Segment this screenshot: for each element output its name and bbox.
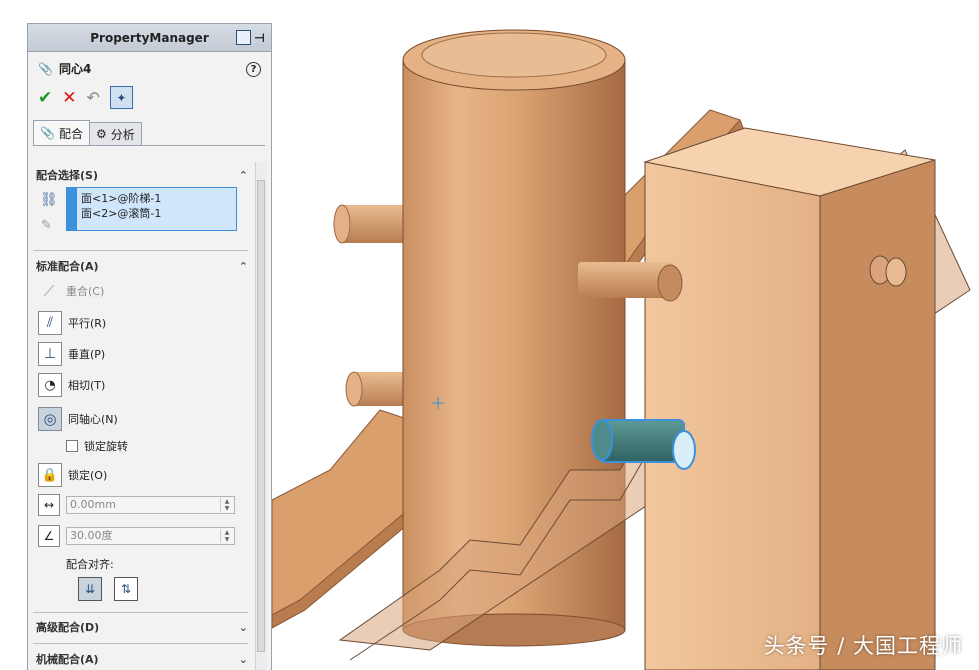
advanced-mates-heading: 高级配合(D)	[36, 621, 100, 634]
scrollbar-thumb[interactable]	[257, 180, 265, 652]
mate-clip-icon: 📎	[38, 61, 53, 76]
mate-selection-list[interactable]: 面<1>@阶梯-1 面<2>@滚筒-1	[66, 187, 237, 231]
action-buttons: ✔ ✕ ↶ ✦	[38, 86, 271, 109]
angle-field[interactable]: 30.00度 ▲ ▼	[66, 527, 235, 545]
concentric-label: 同轴心(N)	[68, 413, 118, 426]
coincident-icon: ⟋	[43, 282, 55, 300]
mate-concentric[interactable]: ◎ 同轴心(N)	[38, 407, 118, 431]
lock-label: 锁定(O)	[68, 469, 108, 482]
selection-item[interactable]: 面<1>@阶梯-1	[81, 191, 236, 206]
mate-alignment-label: 配合对齐:	[66, 558, 114, 571]
lock-rotation-checkbox[interactable]	[66, 440, 78, 452]
distance-field[interactable]: 0.00mm ▲ ▼	[66, 496, 235, 514]
parallel-label: 平行(R)	[68, 317, 107, 330]
angle-value: 30.00度	[70, 529, 113, 542]
collapse-chevron-icon[interactable]: ⌃	[239, 260, 248, 273]
mate-lock[interactable]: 🔒 锁定(O)	[38, 463, 107, 487]
selection-item[interactable]: 面<2>@滚筒-1	[81, 206, 236, 221]
distance-spinner[interactable]: ▲ ▼	[220, 498, 233, 512]
mate-perpendicular[interactable]: ⊥ 垂直(P)	[38, 342, 105, 366]
section-divider	[33, 643, 248, 644]
lock-rotation-label: 锁定旋转	[84, 440, 128, 453]
peg-upper-left	[333, 204, 410, 244]
undo-button[interactable]: ↶	[87, 88, 100, 107]
section-divider	[33, 250, 248, 251]
angle-spinner[interactable]: ▲ ▼	[220, 529, 233, 543]
peg-right	[578, 262, 683, 302]
mate-selections-header[interactable]: 配合选择(S) ⌃	[36, 167, 248, 183]
advanced-mates-header[interactable]: 高级配合(D) ⌄	[36, 619, 248, 635]
property-manager-panel: PropertyManager ⊣ 📎 同心4 ? ✔ ✕ ↶ ✦ 📎 配合 ⚙…	[27, 23, 272, 670]
standard-mates-heading: 标准配合(A)	[36, 260, 99, 273]
expand-chevron-icon[interactable]: ⌄	[239, 621, 248, 634]
mate-coincident[interactable]: ⟋ 重合(C)	[38, 280, 105, 302]
panel-scrollbar[interactable]	[255, 162, 267, 670]
tab-analysis-label: 分析	[110, 127, 135, 142]
tangent-icon: ◔	[38, 373, 62, 397]
lock-icon: 🔒	[38, 463, 62, 487]
mate-parallel[interactable]: ⫽ 平行(R)	[38, 311, 106, 335]
section-divider	[33, 612, 248, 613]
angle-icon[interactable]: ∠	[38, 525, 60, 547]
peg-lower-left	[345, 371, 412, 407]
expand-icon[interactable]	[236, 30, 252, 45]
tab-mates-label: 配合	[58, 126, 83, 141]
lock-rotation-option[interactable]: 锁定旋转	[66, 438, 128, 454]
expand-chevron-icon[interactable]: ⌄	[239, 653, 248, 666]
mechanical-mates-heading: 机械配合(A)	[36, 653, 99, 666]
standard-mates-header[interactable]: 标准配合(A) ⌃	[36, 258, 248, 274]
pin-icon[interactable]: ⊣	[254, 31, 265, 45]
perpendicular-label: 垂直(P)	[68, 348, 106, 361]
aligned-icon: ⇊	[84, 582, 96, 596]
anti-aligned-icon: ⇅	[120, 582, 132, 596]
anti-aligned-button[interactable]: ⇅	[114, 577, 138, 601]
ok-button[interactable]: ✔	[38, 88, 52, 108]
feature-name-row: 📎 同心4	[38, 60, 271, 77]
collapse-chevron-icon[interactable]: ⌃	[239, 169, 248, 182]
mate-selections-heading: 配合选择(S)	[36, 169, 98, 182]
concentric-icon: ◎	[38, 407, 62, 431]
keep-visible-pin-button[interactable]: ✦	[109, 86, 133, 109]
selection-list-accent	[67, 188, 77, 230]
tangent-label: 相切(T)	[68, 379, 106, 392]
feature-name: 同心4	[58, 62, 92, 76]
aligned-button[interactable]: ⇊	[78, 577, 102, 601]
watermark-text: 头条号 / 大国工程师	[763, 634, 963, 658]
panel-title: PropertyManager	[90, 30, 209, 45]
selection-clear-icon[interactable]: ✎	[41, 218, 52, 233]
selected-peg-highlight[interactable]	[591, 419, 696, 470]
mate-tangent[interactable]: ◔ 相切(T)	[38, 373, 105, 397]
distance-value: 0.00mm	[70, 498, 116, 511]
tab-mates[interactable]: 📎 配合	[33, 120, 90, 145]
clip-icon: 📎	[40, 126, 55, 140]
gears-icon: ⚙	[95, 127, 107, 141]
tab-analysis[interactable]: ⚙ 分析	[88, 122, 142, 145]
help-icon[interactable]: ?	[246, 62, 261, 77]
selection-filter-icon[interactable]: ⛓	[40, 192, 58, 208]
panel-header: PropertyManager ⊣	[28, 24, 271, 52]
pushpin-icon: ✦	[116, 90, 127, 105]
square-post	[643, 127, 936, 670]
perpendicular-icon: ⊥	[38, 342, 62, 366]
cancel-button[interactable]: ✕	[62, 88, 76, 108]
coincident-label: 重合(C)	[66, 285, 105, 298]
parallel-icon: ⫽	[38, 311, 62, 335]
distance-icon[interactable]: ↔	[38, 494, 60, 516]
panel-tabs: 📎 配合 ⚙ 分析	[33, 120, 265, 146]
mechanical-mates-header[interactable]: 机械配合(A) ⌄	[36, 651, 248, 667]
